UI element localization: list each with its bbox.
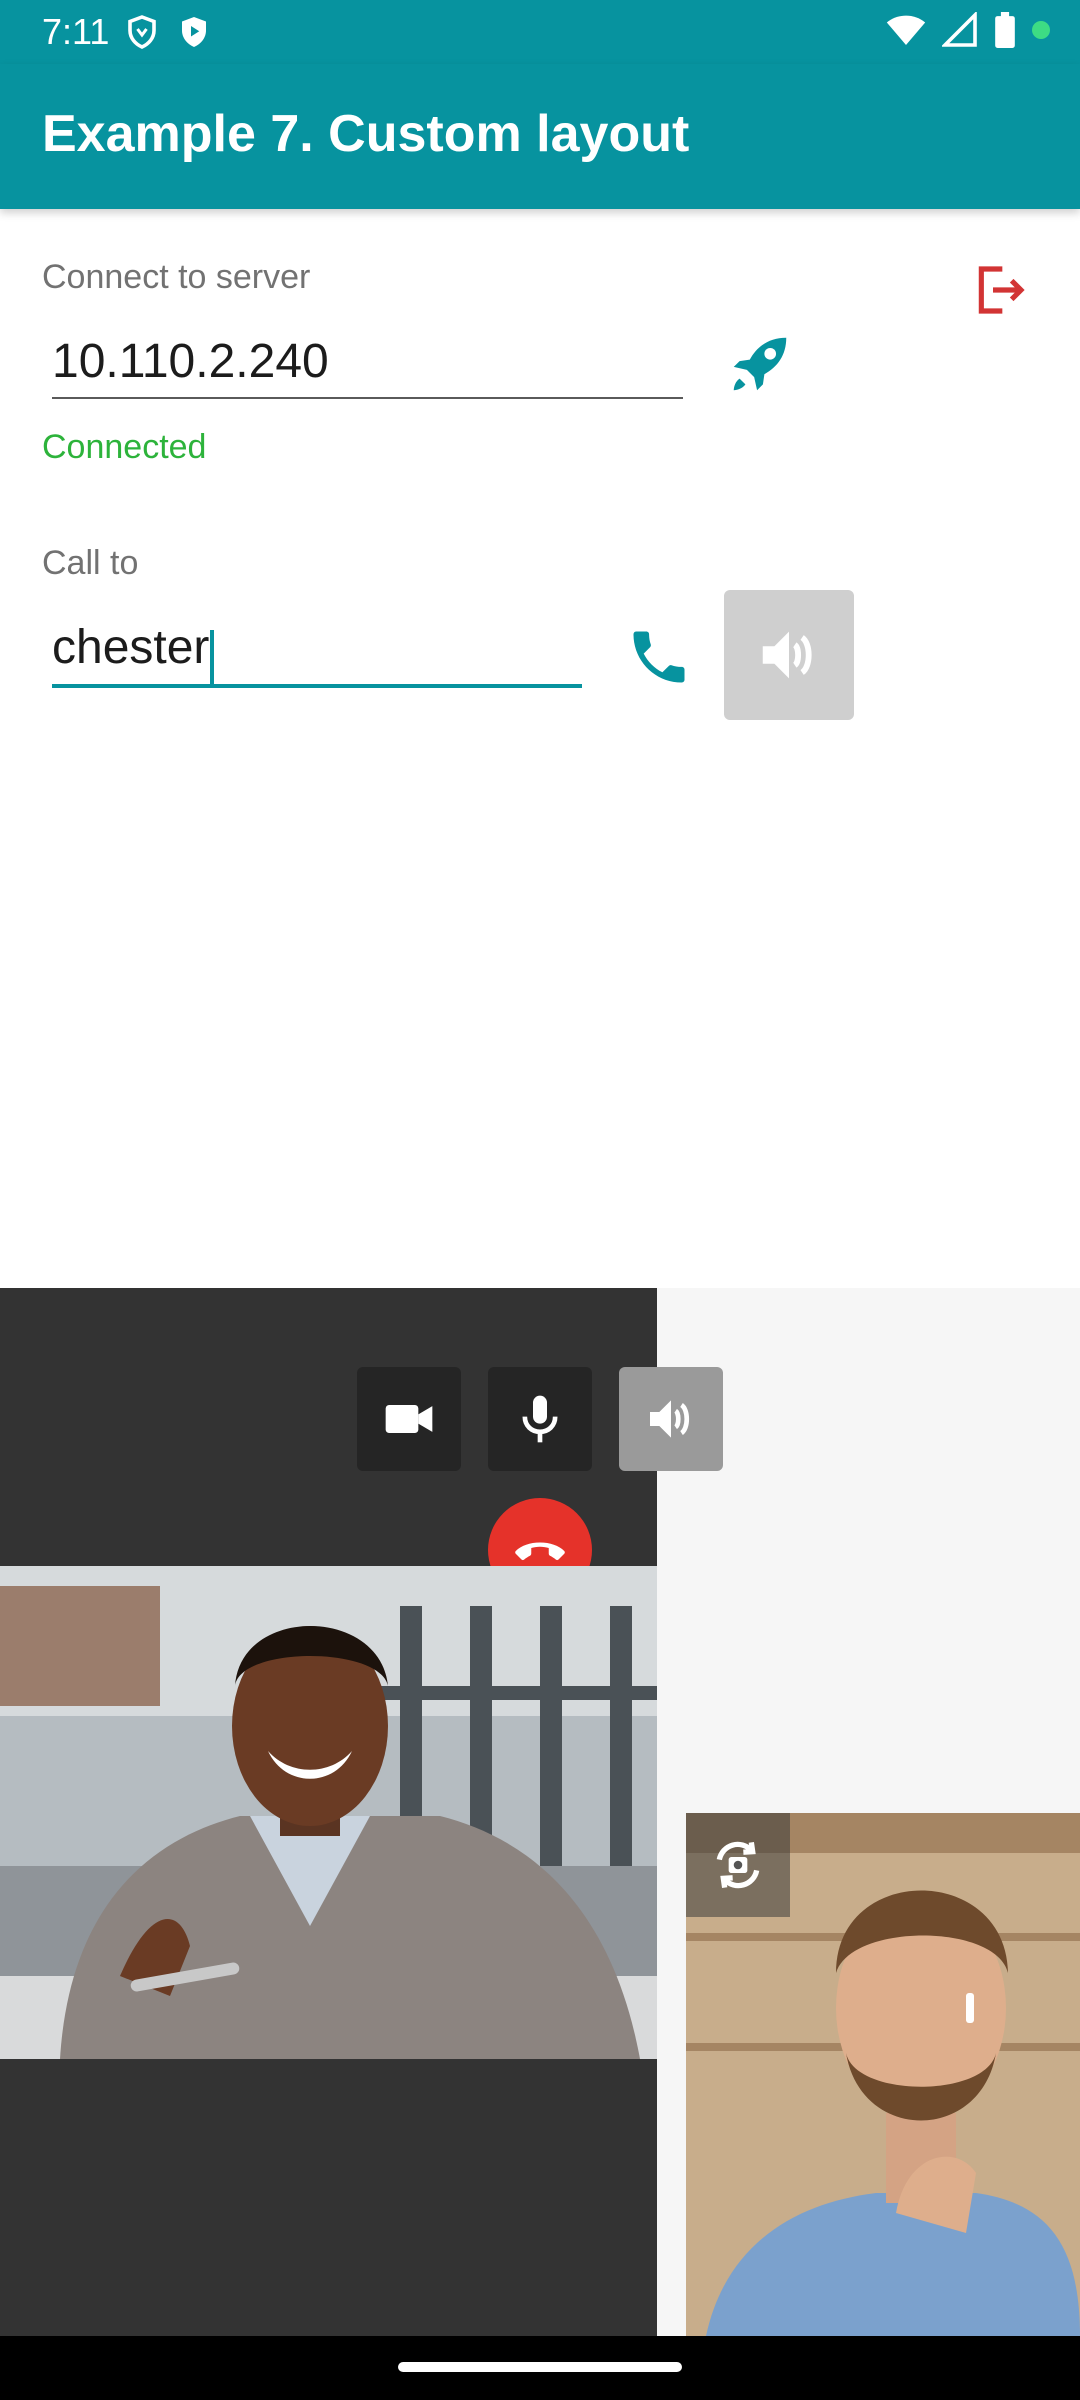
server-label: Connect to server: [42, 258, 311, 296]
green-dot-icon: [1032, 21, 1050, 39]
speaker-toggle-button[interactable]: [724, 590, 854, 720]
call-to-label: Call to: [42, 544, 139, 582]
page-title: Example 7. Custom layout: [42, 105, 690, 163]
speaker-button[interactable]: [619, 1367, 723, 1471]
app-bar: Example 7. Custom layout: [0, 64, 1080, 209]
wifi-icon: [886, 15, 926, 45]
logout-icon: [978, 266, 1025, 314]
signal-icon: [942, 12, 977, 47]
microphone-icon: [522, 1395, 558, 1443]
server-input[interactable]: 10.110.2.240: [42, 332, 682, 392]
speaker-icon: [762, 631, 812, 679]
home-gesture-handle[interactable]: [398, 2362, 682, 2372]
server-input-underline: [52, 397, 683, 399]
remote-participant-image: [0, 1566, 657, 2059]
play-protect-icon: [182, 17, 206, 47]
text-caret: [210, 629, 215, 688]
video-camera-icon: [385, 1405, 433, 1433]
battery-icon: [995, 12, 1015, 48]
switch-camera-icon: [716, 1841, 760, 1889]
status-bar: 7:11: [0, 0, 1080, 64]
call-to-input-underline: [52, 684, 582, 688]
rocket-icon: [733, 337, 787, 391]
call-to-value: chester: [52, 621, 210, 674]
screen: 7:11 Example 7. Custom layout Connect to…: [0, 0, 1080, 2400]
speaker-icon: [650, 1400, 690, 1438]
navigation-bar: [0, 2336, 1080, 2400]
shield-icon: [128, 15, 156, 49]
phone-icon: [633, 631, 685, 683]
video-toggle-button[interactable]: [357, 1367, 461, 1471]
switch-camera-button[interactable]: [686, 1813, 790, 1917]
connect-button[interactable]: [718, 326, 802, 402]
local-video: [686, 1813, 1080, 2336]
remote-video: [0, 1566, 657, 2059]
call-button[interactable]: [620, 618, 698, 696]
mic-toggle-button[interactable]: [488, 1367, 592, 1471]
logout-button[interactable]: [968, 258, 1032, 322]
call-to-input[interactable]: chester: [42, 618, 582, 688]
status-time: 7:11: [42, 11, 110, 52]
connection-status: Connected: [42, 428, 207, 466]
